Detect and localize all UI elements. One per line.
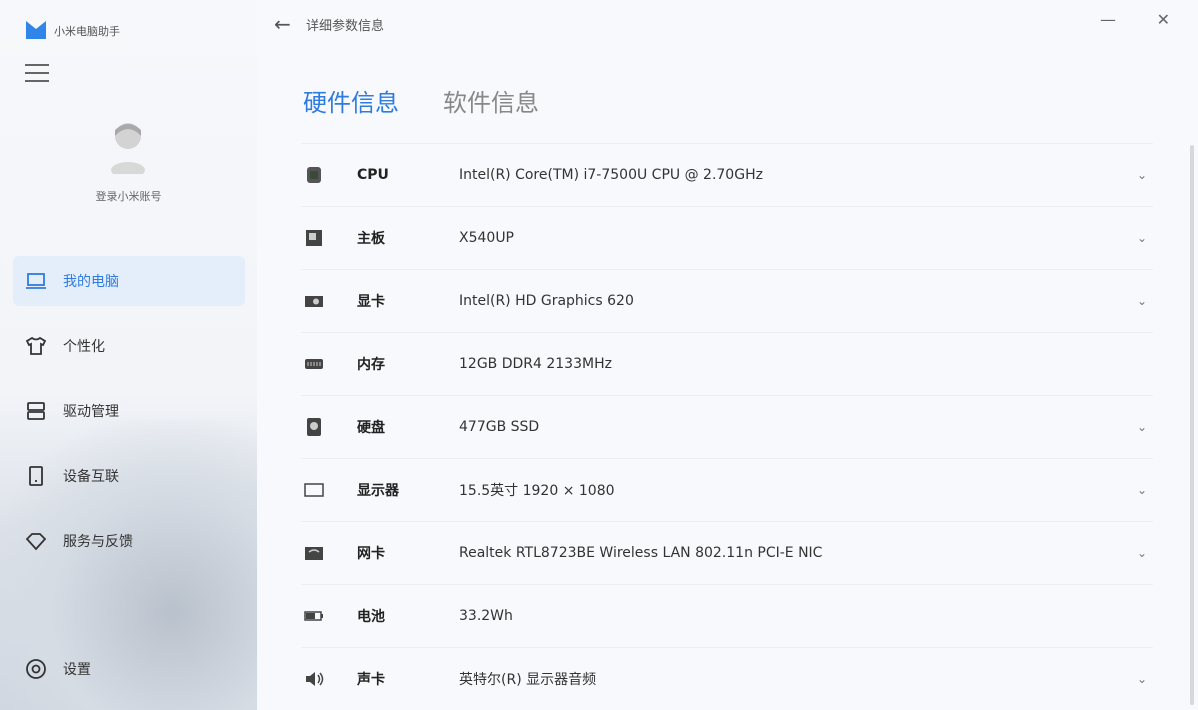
app-title: 小米电脑助手 [54,23,120,39]
main-panel: ← 详细参数信息 — ✕ 硬件信息 软件信息 CPU Intel(R) Core(… [257,0,1198,710]
hardware-list: CPU Intel(R) Core(TM) i7-7500U CPU @ 2.70… [301,143,1153,710]
hardware-row-1[interactable]: 主板 X540UP ⌄ [301,206,1153,269]
tshirt-icon [25,335,47,357]
hardware-label: 显示器 [357,480,399,500]
hardware-label: 声卡 [357,669,385,689]
hardware-label: CPU [357,167,389,183]
chevron-down-icon[interactable]: ⌄ [1137,483,1147,497]
monitor-icon [303,480,325,500]
hardware-value: Intel(R) Core(TM) i7-7500U CPU @ 2.70GHz [459,167,763,183]
phone-icon [25,465,47,487]
hardware-label: 内存 [357,354,385,374]
hardware-row-4[interactable]: 硬盘 477GB SSD ⌄ [301,395,1153,458]
hardware-label: 网卡 [357,543,385,563]
page-title: 详细参数信息 [306,15,384,34]
chevron-down-icon[interactable]: ⌄ [1137,294,1147,308]
chevron-down-icon[interactable]: ⌄ [1137,672,1147,686]
sidebar-item-2[interactable]: 驱动管理 [13,386,245,436]
back-arrow-icon[interactable]: ← [274,12,291,36]
hardware-label: 硬盘 [357,417,385,437]
sidebar-item-3[interactable]: 设备互联 [13,451,245,501]
hardware-row-6[interactable]: 网卡 Realtek RTL8723BE Wireless LAN 802.11n… [301,521,1153,584]
sidebar-item-label: 设备互联 [63,466,119,486]
sidebar-item-label: 服务与反馈 [63,531,133,551]
hardware-label: 显卡 [357,291,385,311]
hardware-row-0[interactable]: CPU Intel(R) Core(TM) i7-7500U CPU @ 2.70… [301,143,1153,206]
sidebar: 小米电脑助手 登录小米账号 我的电脑个性化驱动管理设备互联服务与反馈设置 [0,0,257,710]
sidebar-item-0[interactable]: 我的电脑 [13,256,245,306]
sidebar-item-5[interactable]: 设置 [13,644,245,694]
memory-icon [303,354,325,374]
chevron-down-icon[interactable]: ⌄ [1137,231,1147,245]
hardware-row-5[interactable]: 显示器 15.5英寸 1920 × 1080 ⌄ [301,458,1153,521]
hardware-value: X540UP [459,230,514,246]
hardware-value: Realtek RTL8723BE Wireless LAN 802.11n P… [459,545,822,561]
minimize-icon[interactable]: — [1100,10,1116,29]
diamond-icon [25,530,47,552]
sidebar-item-1[interactable]: 个性化 [13,321,245,371]
sidebar-item-4[interactable]: 服务与反馈 [13,516,245,566]
hardware-row-7: 电池 33.2Wh [301,584,1153,647]
hardware-label: 主板 [357,228,385,248]
hardware-value: Intel(R) HD Graphics 620 [459,293,634,309]
driver-icon [25,400,47,422]
speaker-icon [303,669,325,689]
sidebar-item-label: 个性化 [63,336,105,356]
hardware-row-8[interactable]: 声卡 英特尔(R) 显示器音频 ⌄ [301,647,1153,710]
scrollbar[interactable] [1190,145,1194,705]
hardware-label: 电池 [357,606,385,626]
gpu-icon [303,291,325,311]
chevron-down-icon[interactable]: ⌄ [1137,546,1147,560]
sidebar-item-label: 我的电脑 [63,271,119,291]
close-icon[interactable]: ✕ [1157,10,1170,29]
sidebar-item-label: 驱动管理 [63,401,119,421]
hardware-value: 477GB SSD [459,419,539,435]
cpu-icon [303,165,325,185]
tab-software[interactable]: 软件信息 [443,83,539,118]
hardware-value: 15.5英寸 1920 × 1080 [459,480,615,500]
sidebar-item-label: 设置 [63,659,91,679]
app-logo-icon [26,21,46,39]
motherboard-icon [303,228,325,248]
battery-icon [303,606,325,626]
hardware-value: 12GB DDR4 2133MHz [459,356,612,372]
hardware-row-3: 内存 12GB DDR4 2133MHz [301,332,1153,395]
settings-icon [25,658,47,680]
chevron-down-icon[interactable]: ⌄ [1137,420,1147,434]
hardware-value: 33.2Wh [459,608,513,624]
hardware-value: 英特尔(R) 显示器音频 [459,669,596,689]
tab-hardware[interactable]: 硬件信息 [303,83,399,118]
disk-icon [303,417,325,437]
login-link[interactable]: 登录小米账号 [0,188,257,204]
network-icon [303,543,325,563]
hardware-row-2[interactable]: 显卡 Intel(R) HD Graphics 620 ⌄ [301,269,1153,332]
chevron-down-icon[interactable]: ⌄ [1137,168,1147,182]
avatar-icon[interactable] [110,118,146,174]
hamburger-menu-icon[interactable] [25,64,49,82]
laptop-icon [25,270,47,292]
